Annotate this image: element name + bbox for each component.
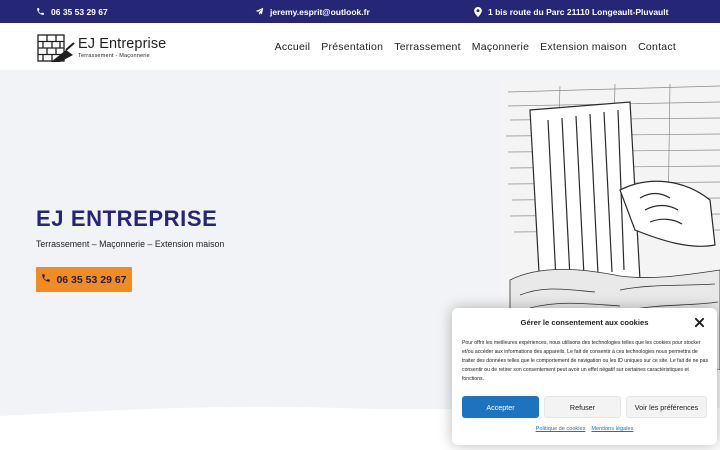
main-nav: Accueil Présentation Terrassement Maçonn…: [275, 23, 676, 70]
topbar-address-text: 1 bis route du Parc 21110 Longeault-Pluv…: [488, 6, 669, 17]
topbar-phone-text: 06 35 53 29 67: [51, 6, 108, 17]
cookie-dialog-links: Politique de cookies Mentions légales: [452, 426, 717, 432]
close-icon[interactable]: [694, 317, 705, 328]
paper-plane-icon: [255, 7, 264, 16]
hero-subtitle: Terrassement – Maçonnerie – Extension ma…: [36, 239, 225, 249]
logo-title: EJ Entreprise: [78, 36, 167, 52]
top-contact-bar: 06 35 53 29 67 jeremy.esprit@outlook.fr …: [0, 0, 720, 23]
refuse-cookies-button[interactable]: Refuser: [544, 396, 621, 418]
nav-item-maconnerie[interactable]: Maçonnerie: [472, 41, 529, 53]
nav-item-terrassement[interactable]: Terrassement: [394, 41, 461, 53]
map-pin-icon: [474, 6, 482, 17]
phone-icon: [41, 273, 51, 286]
cookie-consent-dialog: Gérer le consentement aux cookies Pour o…: [452, 308, 717, 445]
topbar-address: 1 bis route du Parc 21110 Longeault-Pluv…: [474, 0, 668, 23]
cookie-policy-link[interactable]: Politique de cookies: [536, 426, 586, 432]
nav-item-contact[interactable]: Contact: [638, 41, 676, 53]
topbar-email-text: jeremy.esprit@outlook.fr: [270, 6, 370, 17]
brick-wall-trowel-logo: [37, 34, 75, 62]
nav-item-extension-maison[interactable]: Extension maison: [540, 41, 627, 53]
site-header: EJ Entreprise Terrassement - Maçonnerie …: [0, 23, 720, 70]
nav-item-presentation[interactable]: Présentation: [321, 41, 383, 53]
topbar-phone-link[interactable]: 06 35 53 29 67: [36, 0, 108, 23]
nav-item-accueil[interactable]: Accueil: [275, 41, 311, 53]
view-preferences-button[interactable]: Voir les préférences: [626, 396, 707, 418]
accept-cookies-button[interactable]: Accepter: [462, 396, 539, 418]
site-logo[interactable]: EJ Entreprise Terrassement - Maçonnerie: [36, 31, 166, 63]
hero-call-button-label: 06 35 53 29 67: [56, 273, 127, 286]
hero-title: EJ ENTREPRISE: [36, 206, 218, 231]
cookie-dialog-title: Gérer le consentement aux cookies: [520, 318, 649, 327]
phone-icon: [36, 7, 45, 16]
hero-call-button[interactable]: 06 35 53 29 67: [36, 267, 132, 292]
page: 06 35 53 29 67 jeremy.esprit@outlook.fr …: [0, 0, 720, 450]
cookie-dialog-text: Pour offrir les meilleures expériences, …: [462, 340, 709, 383]
legal-notice-link[interactable]: Mentions légales: [591, 426, 633, 432]
logo-subtitle: Terrassement - Maçonnerie: [78, 53, 150, 59]
topbar-email-link[interactable]: jeremy.esprit@outlook.fr: [255, 0, 370, 23]
